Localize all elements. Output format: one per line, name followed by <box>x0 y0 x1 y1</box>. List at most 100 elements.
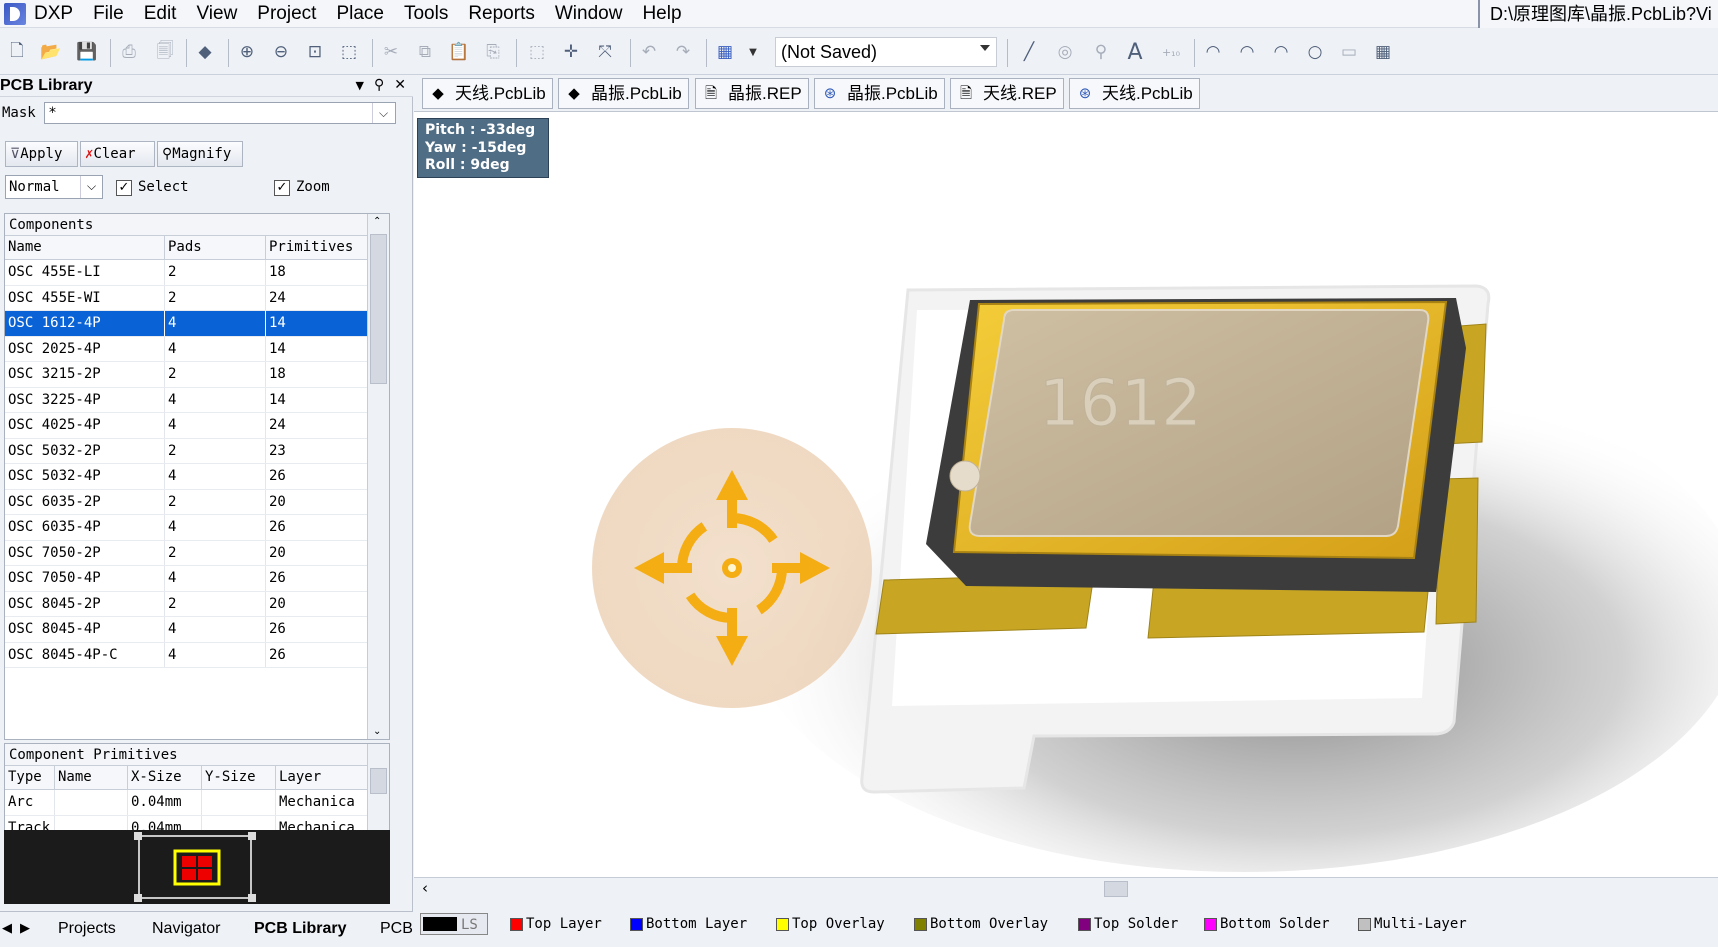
menu-help[interactable]: Help <box>632 0 691 28</box>
print-preview-icon[interactable]: 🗐 <box>154 41 176 63</box>
component-row[interactable]: OSC 1612-4P 4 14 <box>5 311 369 337</box>
component-row[interactable]: OSC 4025-4P 4 24 <box>5 413 369 439</box>
grid-dropdown-icon[interactable]: ▼ <box>742 41 764 63</box>
col-type[interactable]: Type <box>5 766 55 789</box>
chevron-down-icon[interactable] <box>980 45 990 51</box>
apply-button[interactable]: ⊽Apply <box>5 141 78 167</box>
scroll-thumb[interactable] <box>370 234 387 384</box>
doc-tab-antenna-rep[interactable]: 🗎 天线.REP <box>950 78 1064 109</box>
fill-icon[interactable]: ▭ <box>1338 41 1360 63</box>
scroll-thumb[interactable] <box>1104 881 1128 897</box>
doc-tab-antenna-pcblib-1[interactable]: ◆ 天线.PcbLib <box>422 78 553 109</box>
cut-icon[interactable]: ✂ <box>380 41 402 63</box>
mask-input[interactable]: * <box>44 102 396 124</box>
layer-tab-multi-layer[interactable]: Multi-Layer <box>1354 913 1467 935</box>
arc-any-angle-icon[interactable]: ◠ <box>1270 41 1292 63</box>
scroll-left-icon[interactable]: ‹ <box>422 879 428 897</box>
component-row[interactable]: OSC 7050-4P 4 26 <box>5 566 369 592</box>
panel-menu-icon[interactable]: ▼ <box>356 77 364 95</box>
menu-file[interactable]: File <box>83 0 134 28</box>
array-paste-icon[interactable]: ▦ <box>1372 41 1394 63</box>
menu-window[interactable]: Window <box>545 0 633 28</box>
new-file-icon[interactable]: 🗋 <box>6 41 28 63</box>
set-origin-icon[interactable]: +₁₀ <box>1160 41 1182 63</box>
component-row[interactable]: OSC 455E-LI 2 18 <box>5 260 369 286</box>
doc-tab-crystal-pcblib-1[interactable]: ◆ 晶振.PcbLib <box>558 78 689 109</box>
col-xsize[interactable]: X-Size <box>128 766 202 789</box>
paste-icon[interactable]: 📋 <box>448 41 470 63</box>
component-row[interactable]: OSC 455E-WI 2 24 <box>5 285 369 311</box>
zoom-fit-icon[interactable]: ⊡ <box>304 41 326 63</box>
3d-body-icon[interactable]: ◆ <box>194 41 216 63</box>
zoom-checkbox[interactable]: ✓ <box>274 180 290 196</box>
menu-reports[interactable]: Reports <box>458 0 545 28</box>
arc-center-icon[interactable]: ◠ <box>1202 41 1224 63</box>
menu-view[interactable]: View <box>186 0 247 28</box>
component-row[interactable]: OSC 3215-2P 2 18 <box>5 362 369 388</box>
component-row[interactable]: OSC 5032-2P 2 23 <box>5 438 369 464</box>
arc-edge-icon[interactable]: ◠ <box>1236 41 1258 63</box>
col-ysize[interactable]: Y-Size <box>202 766 276 789</box>
mini-viewer[interactable] <box>4 830 390 904</box>
scroll-thumb[interactable] <box>370 768 387 794</box>
tab-next-icon[interactable]: ▶ <box>20 920 30 936</box>
chevron-down-icon[interactable]: ⌵ <box>80 176 102 198</box>
save-state-select[interactable]: (Not Saved) <box>775 37 997 67</box>
layer-tab-top-layer[interactable]: Top Layer <box>506 913 602 935</box>
zoom-in-icon[interactable]: ⊕ <box>236 41 258 63</box>
component-row[interactable]: OSC 8045-4P-C 4 26 <box>5 642 369 668</box>
select-checkbox[interactable]: ✓ <box>116 180 132 196</box>
print-icon[interactable]: ⎙ <box>118 41 140 63</box>
save-icon[interactable]: 💾 <box>76 41 98 63</box>
clear-button[interactable]: ✗Clear <box>80 141 155 167</box>
scroll-up-icon[interactable]: ⌃ <box>373 216 381 227</box>
select-area-icon[interactable]: ⬚ <box>526 41 548 63</box>
doc-tab-crystal-pcblib-2[interactable]: ⊛ 晶振.PcbLib <box>814 78 945 109</box>
menu-project[interactable]: Project <box>247 0 326 28</box>
place-pad-icon[interactable]: ◎ <box>1054 41 1076 63</box>
open-folder-icon[interactable]: 📂 <box>40 41 62 63</box>
deselect-icon[interactable]: ⤧ <box>594 41 616 63</box>
rotation-gizmo[interactable] <box>592 428 872 708</box>
redo-icon[interactable]: ↷ <box>672 41 694 63</box>
menu-edit[interactable]: Edit <box>134 0 187 28</box>
col-name[interactable]: Name <box>55 766 128 789</box>
move-icon[interactable]: ✛ <box>560 41 582 63</box>
layer-tab-bottom-overlay[interactable]: Bottom Overlay <box>910 913 1048 935</box>
col-pads[interactable]: Pads <box>165 236 266 259</box>
layer-tab-top-solder[interactable]: Top Solder <box>1074 913 1178 935</box>
tab-pcb[interactable]: PCB <box>380 920 413 938</box>
grid-icon[interactable]: ▦ <box>714 41 736 63</box>
component-row[interactable]: OSC 6035-4P 4 26 <box>5 515 369 541</box>
menu-tools[interactable]: Tools <box>394 0 458 28</box>
zoom-out-icon[interactable]: ⊖ <box>270 41 292 63</box>
horizontal-scrollbar[interactable]: ‹ <box>414 877 1718 899</box>
col-layer[interactable]: Layer <box>276 766 369 789</box>
layer-set-ls[interactable]: LS <box>420 913 488 935</box>
copy-icon[interactable]: ⧉ <box>414 41 436 63</box>
place-line-icon[interactable]: ╱ <box>1018 41 1040 63</box>
layer-tab-bottom-layer[interactable]: Bottom Layer <box>626 913 747 935</box>
col-primitives[interactable]: Primitives <box>266 236 369 259</box>
component-row[interactable]: OSC 5032-4P 4 26 <box>5 464 369 490</box>
close-icon[interactable]: ✕ <box>394 77 406 95</box>
menu-dxp[interactable]: DXP <box>26 0 83 28</box>
chevron-down-icon[interactable]: ⌵ <box>372 103 394 123</box>
component-row[interactable]: OSC 3225-4P 4 14 <box>5 387 369 413</box>
pcb-3d-view[interactable]: 1612 Pitch : -33deg Yaw : -15deg Roll : … <box>414 112 1718 877</box>
component-row[interactable]: OSC 8045-2P 2 20 <box>5 591 369 617</box>
component-row[interactable]: OSC 2025-4P 4 14 <box>5 336 369 362</box>
scroll-down-icon[interactable]: ⌄ <box>373 726 381 737</box>
component-row[interactable]: OSC 6035-2P 2 20 <box>5 489 369 515</box>
pin-icon[interactable]: ⚲ <box>374 77 384 95</box>
component-row[interactable]: OSC 7050-2P 2 20 <box>5 540 369 566</box>
doc-tab-antenna-pcblib-2[interactable]: ⊛ 天线.PcbLib <box>1069 78 1200 109</box>
tab-prev-icon[interactable]: ◀ <box>2 920 12 936</box>
component-row[interactable]: OSC 8045-4P 4 26 <box>5 617 369 643</box>
layer-tab-bottom-solder[interactable]: Bottom Solder <box>1200 913 1330 935</box>
doc-tab-crystal-rep[interactable]: 🗎 晶振.REP <box>695 78 809 109</box>
col-name[interactable]: Name <box>5 236 165 259</box>
components-scrollbar[interactable]: ⌃ ⌄ <box>367 214 389 739</box>
place-via-icon[interactable]: ⚲ <box>1090 41 1112 63</box>
tab-projects[interactable]: Projects <box>58 920 116 938</box>
